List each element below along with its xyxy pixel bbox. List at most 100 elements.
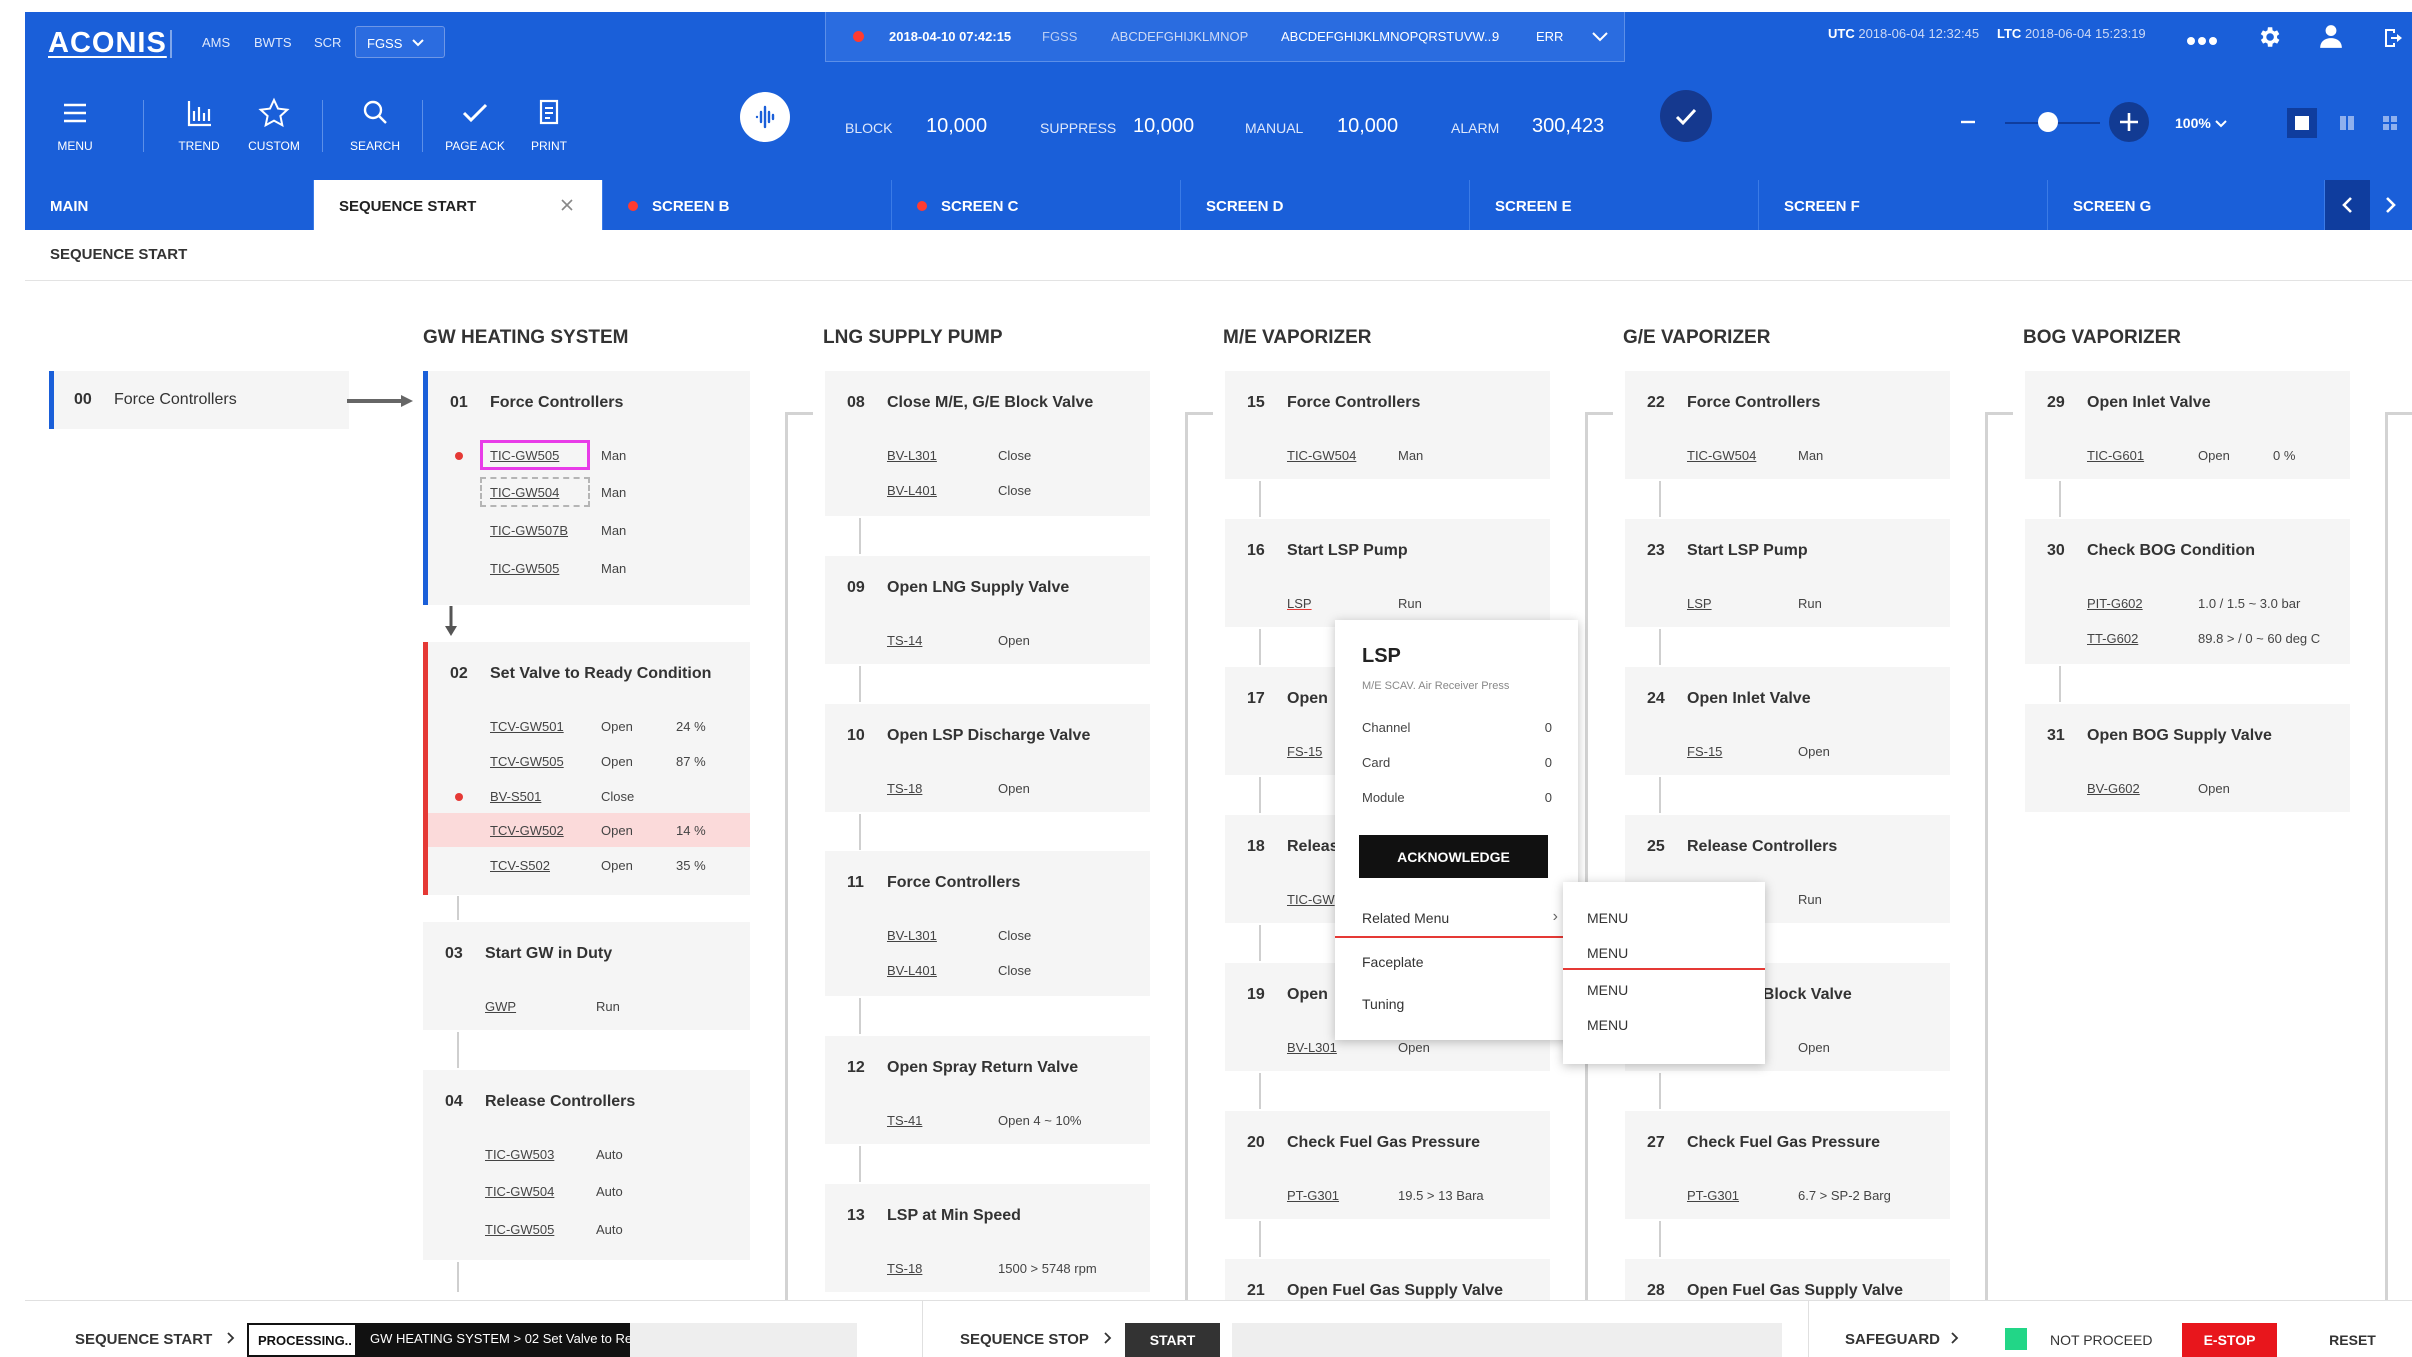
tag-link[interactable]: FS-15	[1687, 744, 1722, 759]
system-tab-scr[interactable]: SCR	[314, 35, 341, 50]
step-11[interactable]: 11 Force Controllers BV-L301 Close BV-L40…	[825, 851, 1150, 996]
tag-link[interactable]: BV-L401	[887, 483, 937, 498]
tag-link[interactable]: TIC-GW504	[490, 485, 559, 500]
zoom-slider-handle[interactable]	[2038, 112, 2058, 132]
step-22[interactable]: 22 Force Controllers TIC-GW504 Man	[1625, 371, 1950, 479]
system-tab-fgss[interactable]: FGSS	[355, 26, 445, 58]
step-21[interactable]: 21 Open Fuel Gas Supply Valve	[1225, 1259, 1550, 1300]
step-09[interactable]: 09 Open LNG Supply Valve TS-14 Open	[825, 556, 1150, 664]
tag-link[interactable]: PT-G301	[1687, 1188, 1739, 1203]
tab-screen-g[interactable]: SCREEN G	[2048, 180, 2325, 230]
step-00[interactable]: 00 Force Controllers	[49, 371, 349, 429]
reset-button[interactable]: RESET	[2305, 1323, 2400, 1357]
step-23[interactable]: 23 Start LSP Pump LSP Run	[1625, 519, 1950, 627]
sequence-stop-button[interactable]: SEQUENCE STOP	[960, 1331, 1113, 1348]
tag-link[interactable]: TCV-GW501	[490, 719, 564, 734]
tab-main[interactable]: MAIN	[25, 180, 314, 230]
step-24[interactable]: 24 Open Inlet Valve FS-15 Open	[1625, 667, 1950, 775]
layout-split-button[interactable]	[2332, 108, 2362, 138]
tag-link[interactable]: TCV-GW502	[490, 823, 564, 838]
close-icon[interactable]	[560, 198, 574, 212]
tag-link[interactable]: LSP	[1687, 596, 1712, 611]
submenu-item[interactable]: MENU	[1563, 900, 1765, 935]
step-12[interactable]: 12 Open Spray Return Valve TS-41 Open 4 ~…	[825, 1036, 1150, 1144]
step-31[interactable]: 31 Open BOG Supply Valve BV-G602 Open	[2025, 704, 2350, 812]
step-30[interactable]: 30 Check BOG Condition PIT-G602 1.0 / 1.5…	[2025, 519, 2350, 664]
step-03[interactable]: 03 Start GW in Duty GWP Run	[423, 922, 750, 1030]
tag-link[interactable]: TS-18	[887, 1261, 922, 1276]
tag-link[interactable]: BV-G602	[2087, 781, 2140, 796]
tag-link[interactable]: PT-G301	[1287, 1188, 1339, 1203]
tag-link[interactable]: TS-18	[887, 781, 922, 796]
tag-link[interactable]: TT-G602	[2087, 631, 2138, 646]
tag-link[interactable]: TIC-GW505	[485, 1222, 554, 1237]
step-28[interactable]: 28 Open Fuel Gas Supply Valve	[1625, 1259, 1950, 1300]
more-icon[interactable]	[2187, 36, 2217, 46]
menu-button[interactable]: MENU	[30, 97, 120, 153]
search-button[interactable]: SEARCH	[330, 97, 420, 153]
tuning-menu-item[interactable]: Tuning	[1335, 982, 1578, 1024]
tag-link[interactable]: BV-L301	[887, 448, 937, 463]
zoom-select[interactable]: 100%	[2175, 115, 2227, 131]
tag-link[interactable]: TIC-G601	[2087, 448, 2144, 463]
layout-grid-button[interactable]	[2375, 108, 2405, 138]
zoom-out-icon[interactable]	[1960, 116, 1976, 128]
chevron-down-icon[interactable]	[1592, 32, 1608, 42]
tag-link[interactable]: BV-L401	[887, 963, 937, 978]
start-button[interactable]: START	[1125, 1323, 1220, 1357]
tag-link[interactable]: TS-41	[887, 1113, 922, 1128]
submenu-item[interactable]: MENU	[1563, 972, 1765, 1007]
step-16[interactable]: 16 Start LSP Pump LSP Run	[1225, 519, 1550, 627]
user-icon[interactable]	[2318, 23, 2344, 49]
tab-screen-d[interactable]: SCREEN D	[1181, 180, 1470, 230]
step-15[interactable]: 15 Force Controllers TIC-GW504 Man	[1225, 371, 1550, 479]
e-stop-button[interactable]: E-STOP	[2182, 1323, 2277, 1357]
submenu-item[interactable]: MENU	[1563, 935, 1765, 970]
tab-scroll-left-button[interactable]	[2325, 180, 2370, 230]
related-menu-item[interactable]: Related Menu ›	[1335, 896, 1578, 938]
step-01[interactable]: 01 Force Controllers TIC-GW505 Man TIC-GW…	[423, 371, 750, 605]
faceplate-menu-item[interactable]: Faceplate	[1335, 940, 1578, 982]
step-04[interactable]: 04 Release Controllers TIC-GW503 Auto TIC…	[423, 1070, 750, 1260]
safeguard-button[interactable]: SAFEGUARD	[1845, 1331, 1960, 1348]
tag-link[interactable]: TIC-GW503	[485, 1147, 554, 1162]
acknowledge-button[interactable]: ACKNOWLEDGE	[1359, 835, 1548, 878]
tag-link[interactable]: GWP	[485, 999, 516, 1014]
tag-link[interactable]: BV-L301	[887, 928, 937, 943]
tag-link[interactable]: TIC-GW504	[1287, 448, 1356, 463]
tag-link[interactable]: TIC-GW507B	[490, 523, 568, 538]
gear-icon[interactable]	[2256, 24, 2282, 50]
tag-link[interactable]: FS-15	[1287, 744, 1322, 759]
logout-icon[interactable]	[2382, 26, 2406, 50]
tab-scroll-right-button[interactable]	[2370, 180, 2412, 230]
tag-link[interactable]: BV-S501	[490, 789, 541, 804]
tag-link[interactable]: LSP	[1287, 596, 1312, 611]
alarm-banner[interactable]: 2018-04-10 07:42:15 FGSS ABCDEFGHIJKLMNO…	[825, 12, 1625, 62]
acknowledge-all-button[interactable]	[1660, 90, 1712, 142]
step-29[interactable]: 29 Open Inlet Valve TIC-G601 Open 0 %	[2025, 371, 2350, 479]
tag-link[interactable]: TCV-S502	[490, 858, 550, 873]
tag-link[interactable]: TIC-GW504	[1687, 448, 1756, 463]
submenu-item[interactable]: MENU	[1563, 1007, 1765, 1042]
step-20[interactable]: 20 Check Fuel Gas Pressure PT-G301 19.5 >…	[1225, 1111, 1550, 1219]
step-13[interactable]: 13 LSP at Min Speed TS-18 1500 > 5748 rpm	[825, 1184, 1150, 1292]
tag-link[interactable]: PIT-G602	[2087, 596, 2143, 611]
zoom-in-button[interactable]	[2109, 102, 2149, 142]
step-27[interactable]: 27 Check Fuel Gas Pressure PT-G301 6.7 > …	[1625, 1111, 1950, 1219]
step-08[interactable]: 08 Close M/E, G/E Block Valve BV-L301 Clo…	[825, 371, 1150, 516]
tag-link[interactable]: TIC-GW504	[485, 1184, 554, 1199]
tab-screen-f[interactable]: SCREEN F	[1759, 180, 2048, 230]
system-tab-bwts[interactable]: BWTS	[254, 35, 292, 50]
tag-link[interactable]: TCV-GW505	[490, 754, 564, 769]
tag-link[interactable]: TIC-GW505	[490, 561, 559, 576]
step-02[interactable]: 02 Set Valve to Ready Condition TCV-GW50…	[423, 642, 750, 895]
tab-screen-e[interactable]: SCREEN E	[1470, 180, 1759, 230]
print-button[interactable]: PRINT	[504, 97, 594, 153]
tag-link[interactable]: BV-L301	[1287, 1040, 1337, 1055]
tab-screen-b[interactable]: SCREEN B	[603, 180, 892, 230]
layout-single-button[interactable]	[2287, 108, 2317, 138]
system-tab-ams[interactable]: AMS	[202, 35, 230, 50]
sound-button[interactable]	[740, 92, 790, 142]
tag-link[interactable]: TS-14	[887, 633, 922, 648]
tag-link[interactable]: TIC-GW	[1287, 892, 1335, 907]
